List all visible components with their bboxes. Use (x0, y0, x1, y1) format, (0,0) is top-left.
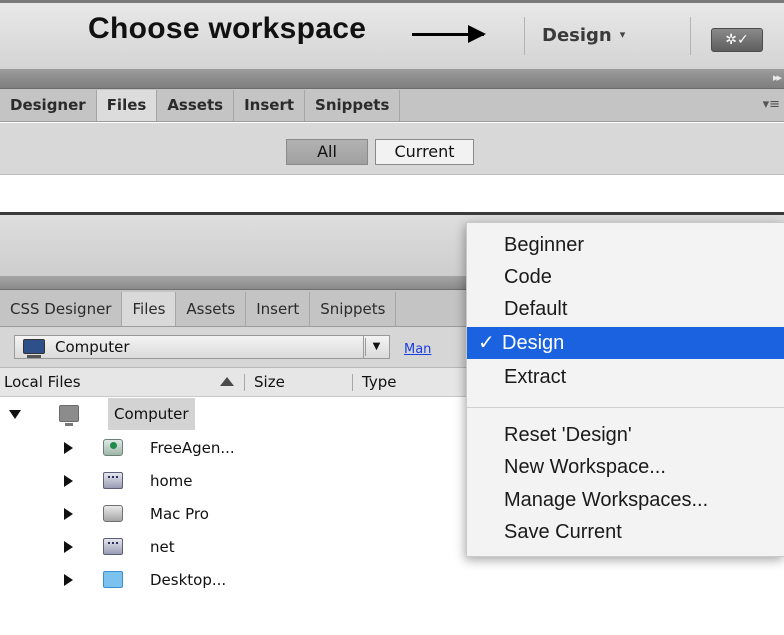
disclosure-collapsed-icon[interactable] (64, 574, 73, 586)
menu-item-reset-design[interactable]: Reset 'Design' (467, 419, 784, 451)
collapse-panels-icon[interactable]: ▸▸ (773, 71, 782, 84)
tree-item-label: net (150, 538, 175, 556)
all-toggle-button[interactable]: All (286, 139, 368, 165)
tab-insert[interactable]: Insert (246, 292, 311, 326)
gear-icon: ✲✓ (725, 32, 749, 48)
tab-css-designer[interactable]: CSS Designer (0, 292, 123, 326)
menu-item-default[interactable]: Default (467, 293, 784, 325)
application-bar: Choose workspace Design ▾ ✲✓ (0, 0, 784, 70)
workspace-switcher-label: Design (542, 25, 612, 46)
toolbar-divider (690, 17, 691, 55)
column-divider[interactable] (352, 374, 353, 391)
monitor-icon (59, 405, 79, 426)
tab-assets[interactable]: Assets (157, 90, 235, 121)
hard-drive-icon (103, 505, 123, 522)
current-toggle-button[interactable]: Current (375, 139, 474, 165)
tab-files[interactable]: Files (96, 90, 158, 121)
menu-item-manage-workspaces[interactable]: Manage Workspaces... (467, 484, 784, 516)
manage-sites-link[interactable]: Man (404, 342, 431, 357)
top-panel: Choose workspace Design ▾ ✲✓ ▸▸ Designer … (0, 0, 784, 175)
menu-separator (467, 407, 784, 408)
menu-item-label: Manage Workspaces... (504, 489, 709, 511)
menu-item-label: Beginner (504, 234, 585, 256)
top-panel-tabs: Designer Files Assets Insert Snippets ▾≡ (0, 89, 784, 122)
menu-item-label: Code (504, 266, 552, 288)
column-divider[interactable] (244, 374, 245, 391)
menu-item-label: New Workspace... (504, 456, 666, 478)
menu-item-extract[interactable]: Extract (467, 361, 784, 393)
menu-item-label: Save Current (504, 521, 622, 543)
tree-item-label: FreeAgen... (150, 439, 235, 457)
tab-insert[interactable]: Insert (234, 90, 306, 121)
sync-settings-button[interactable]: ✲✓ (711, 28, 763, 52)
column-size[interactable]: Size (250, 368, 285, 396)
menu-item-design[interactable]: ✓ Design (467, 327, 784, 359)
computer-icon (23, 339, 45, 358)
site-select-value: Computer (55, 338, 130, 356)
menu-item-label: Extract (504, 366, 567, 388)
tab-snippets[interactable]: Snippets (305, 90, 401, 121)
panel-options-menu-icon[interactable]: ▾≡ (763, 97, 780, 112)
chevron-down-icon: ▾ (619, 28, 626, 41)
tab-designer[interactable]: Designer (0, 90, 97, 121)
network-drive-icon (103, 538, 123, 555)
site-select[interactable]: Computer ▼ (14, 335, 390, 359)
menu-item-label: Design (502, 332, 565, 354)
tree-row[interactable]: Desktop... (0, 564, 784, 596)
disclosure-expanded-icon[interactable] (9, 410, 21, 419)
callout-arrow-icon (412, 25, 486, 43)
menu-item-save-current[interactable]: Save Current (467, 516, 784, 548)
column-type[interactable]: Type (358, 368, 396, 396)
disclosure-collapsed-icon[interactable] (64, 541, 73, 553)
tree-item-label: home (150, 472, 193, 490)
menu-item-label: Default (504, 298, 568, 320)
top-panel-content: All Current (0, 123, 784, 175)
tree-item-label: Mac Pro (150, 505, 209, 523)
network-drive-icon (103, 472, 123, 489)
drive-icon (103, 439, 123, 456)
tab-assets[interactable]: Assets (176, 292, 247, 326)
tree-item-label: Desktop... (150, 571, 227, 589)
folder-icon (103, 571, 123, 588)
menu-item-label: Reset 'Design' (504, 424, 632, 446)
workspace-switcher[interactable]: Design ▾ (542, 25, 625, 46)
disclosure-collapsed-icon[interactable] (64, 475, 73, 487)
menu-item-new-workspace[interactable]: New Workspace... (467, 451, 784, 483)
tab-snippets[interactable]: Snippets (310, 292, 397, 326)
panel-dock-header[interactable]: ▸▸ (0, 70, 784, 89)
tab-files[interactable]: Files (122, 292, 177, 326)
column-local-files[interactable]: Local Files (0, 368, 81, 396)
disclosure-collapsed-icon[interactable] (64, 442, 73, 454)
sort-ascending-icon[interactable] (220, 377, 234, 386)
chevron-down-icon[interactable]: ▼ (363, 336, 389, 358)
toolbar-divider (524, 17, 525, 55)
checkmark-icon: ✓ (478, 332, 495, 354)
tree-item-label: Computer (108, 398, 195, 430)
menu-item-code[interactable]: Code (467, 261, 784, 293)
workspace-menu: Beginner Code Default ✓ Design Extract Re… (466, 222, 784, 557)
callout-headline: Choose workspace (88, 12, 367, 45)
disclosure-collapsed-icon[interactable] (64, 508, 73, 520)
menu-item-beginner[interactable]: Beginner (467, 229, 784, 261)
